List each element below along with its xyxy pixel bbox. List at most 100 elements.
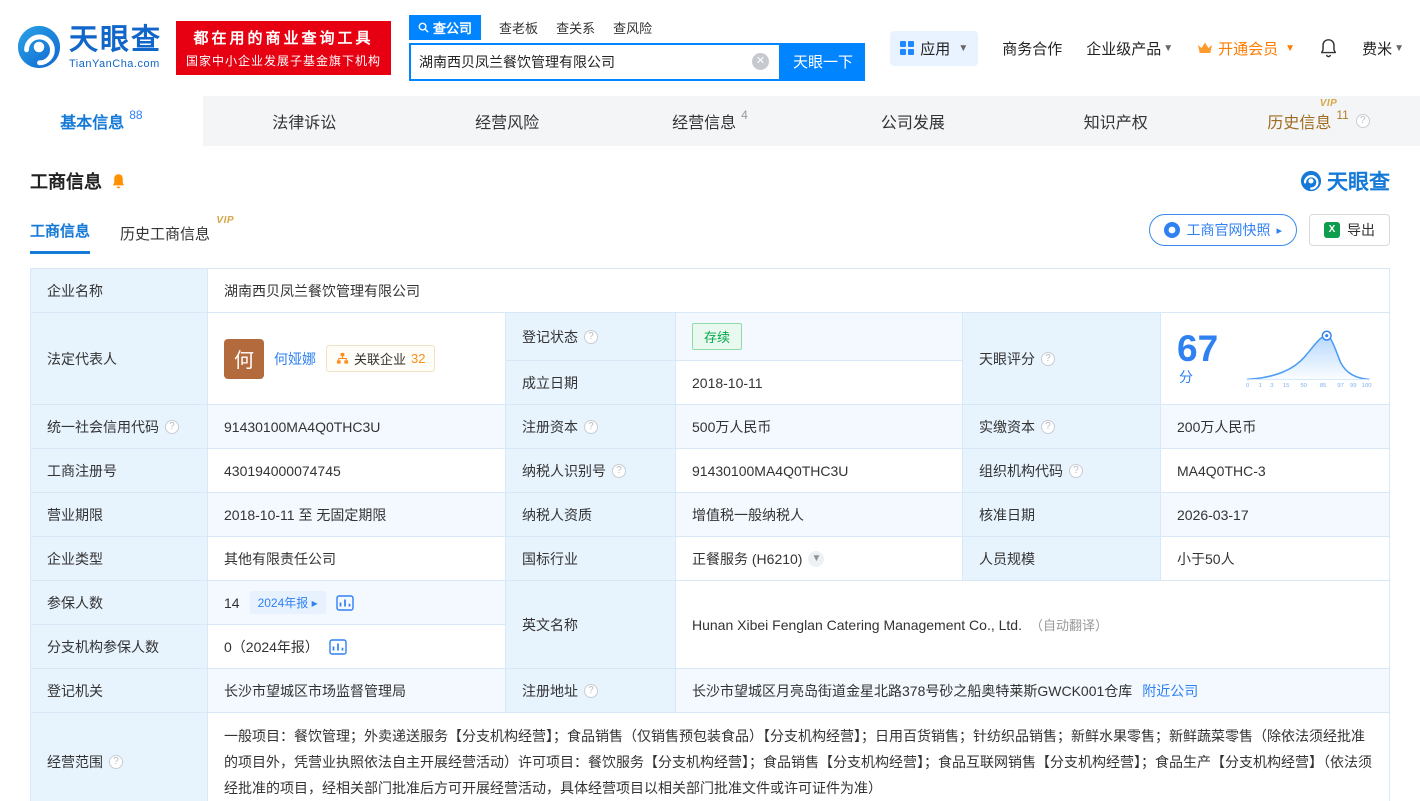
search-submit-button[interactable]: 天眼一下 [781,42,866,81]
tab-count: 11 [1336,108,1349,122]
tab-operating-risk[interactable]: 经营风险 [406,96,609,146]
search-tab-boss[interactable]: 查老板 [499,18,538,37]
help-icon[interactable] [584,329,598,344]
legal-rep-label: 法定代表人 [30,312,208,405]
branch-insured-label: 分支机构参保人数 [30,624,208,669]
help-icon[interactable] [109,755,123,769]
help-icon[interactable] [612,463,626,478]
company-name-label: 企业名称 [30,268,208,313]
company-type-value: 其他有限责任公司 [207,536,506,581]
company-name-value: 湖南西贝凤兰餐饮管理有限公司 [207,268,1390,313]
snapshot-icon [1164,222,1181,238]
chevron-down-icon[interactable]: ▼ [808,550,825,567]
tab-basic-info[interactable]: 基本信息 88 [0,96,203,146]
tab-legal-proceedings[interactable]: 法律诉讼 [203,96,406,146]
tianyancha-logo-icon [16,24,62,73]
enterprise-product-link[interactable]: 企业级产品 ▼ [1086,38,1173,59]
tianyancha-logo-icon [1300,170,1322,192]
export-button[interactable]: X 导出 [1309,214,1390,246]
help-icon[interactable] [1041,419,1055,434]
search-icon [418,22,429,33]
score-cell[interactable]: 67分 0 1 3 15 50 85 97 99 100 [1160,312,1390,405]
tab-count: 88 [129,108,143,122]
reg-status-value: 存续 [675,312,963,361]
subtab-history-business-info[interactable]: 历史工商信息 VIP [120,215,234,254]
logo-domain: TianYanCha.com [69,58,160,70]
score-curve-chart: 0 1 3 15 50 85 97 99 100 [1246,330,1372,389]
business-cooperation-link[interactable]: 商务合作 [1002,38,1062,59]
address-label: 注册地址 [505,668,676,713]
help-icon[interactable] [165,419,179,434]
chevron-down-icon: ▼ [1285,42,1296,54]
approval-date-label: 核准日期 [962,492,1161,537]
subscribe-bell-icon[interactable] [110,173,127,190]
tab-company-development[interactable]: 公司发展 [811,96,1014,146]
status-badge: 存续 [692,323,743,350]
tax-id-value: 91430100MA4Q0THC3U [675,448,963,493]
open-vip-button[interactable]: 开通会员 ▼ [1197,38,1295,59]
search-area: 查公司 查老板 查关系 查风险 ✕ 天眼一下 [409,15,866,81]
svg-text:1: 1 [1258,383,1261,389]
tab-history-info[interactable]: 历史信息 VIP 11 [1217,96,1420,146]
approval-date-value: 2026-03-17 [1160,492,1390,537]
section-brand-logo: 天眼查 [1300,166,1390,196]
tax-quality-label: 纳税人资质 [505,492,676,537]
scope-label: 经营范围 [30,712,208,801]
auto-translate-note: （自动翻译） [1029,618,1108,633]
staff-size-value: 小于50人 [1160,536,1390,581]
svg-text:15: 15 [1283,383,1289,389]
help-icon[interactable] [1355,114,1370,128]
logo-title: 天眼查 [69,24,163,56]
chevron-down-icon: ▼ [1163,42,1174,54]
tab-business-info[interactable]: 经营信息 4 [609,96,812,146]
svg-text:100: 100 [1361,383,1371,389]
established-label: 成立日期 [505,360,676,405]
apps-button[interactable]: 应用 ▼ [890,30,979,66]
insured-trend-icon[interactable] [335,594,354,611]
svg-text:85: 85 [1319,383,1325,389]
help-icon[interactable] [584,419,598,434]
insured-label: 参保人数 [30,580,208,625]
legal-rep-avatar[interactable]: 何 [224,338,264,379]
industry-value: 正餐服务 (H6210) ▼ [675,536,963,581]
subtab-business-info[interactable]: 工商信息 [30,220,91,254]
branch-insured-trend-icon[interactable] [329,638,347,655]
promo-banner: 都在用的商业查询工具 国家中小企业发展子基金旗下机构 [176,21,392,75]
legal-rep-name-link[interactable]: 何娅娜 [274,349,316,369]
search-tab-risk[interactable]: 查风险 [613,18,652,37]
user-menu[interactable]: 费米 ▼ [1362,38,1404,59]
search-tab-company[interactable]: 查公司 [409,15,482,40]
svg-text:99: 99 [1350,383,1356,389]
help-icon[interactable] [1041,351,1055,366]
tianyancha-logo[interactable]: 天眼查 TianYanCha.com [16,24,162,73]
help-icon[interactable] [584,683,598,698]
industry-label: 国标行业 [505,536,676,581]
reg-no-label: 工商注册号 [30,448,208,493]
apps-grid-icon [900,41,915,55]
promo-line1: 都在用的商业查询工具 [193,30,374,47]
scope-value: 一般项目：餐饮管理；外卖递送服务【分支机构经营】；食品销售（仅销售预包装食品）【… [207,712,1390,801]
vip-badge: VIP [1319,98,1338,109]
staff-size-label: 人员规模 [962,536,1161,581]
registry-value: 长沙市望城区市场监督管理局 [207,668,506,713]
nearby-companies-link[interactable]: 附近公司 [1142,683,1198,699]
svg-text:97: 97 [1337,383,1343,389]
search-tab-relation[interactable]: 查关系 [556,18,595,37]
annual-report-badge[interactable]: 2024年报 ▸ [249,591,326,614]
english-name-label: 英文名称 [505,580,676,669]
search-input[interactable] [411,44,753,79]
tab-count: 4 [741,108,748,122]
reg-capital-label: 注册资本 [505,404,676,449]
notification-bell-icon[interactable] [1319,38,1338,58]
official-snapshot-button[interactable]: 工商官网快照 ▸ [1149,214,1297,246]
score-value: 67 [1177,328,1219,369]
term-value: 2018-10-11 至 无固定期限 [207,492,506,537]
search-input-box: ✕ [409,42,782,81]
help-icon[interactable] [1069,463,1083,478]
related-companies-badge[interactable]: 关联企业 32 [326,345,436,372]
vip-badge: VIP [216,215,235,226]
tab-intellectual-property[interactable]: 知识产权 [1014,96,1217,146]
english-name-value: Hunan Xibei Fenglan Catering Management … [675,580,1390,669]
org-code-value: MA4Q0THC-3 [1160,448,1390,493]
clear-search-icon[interactable]: ✕ [752,53,770,70]
